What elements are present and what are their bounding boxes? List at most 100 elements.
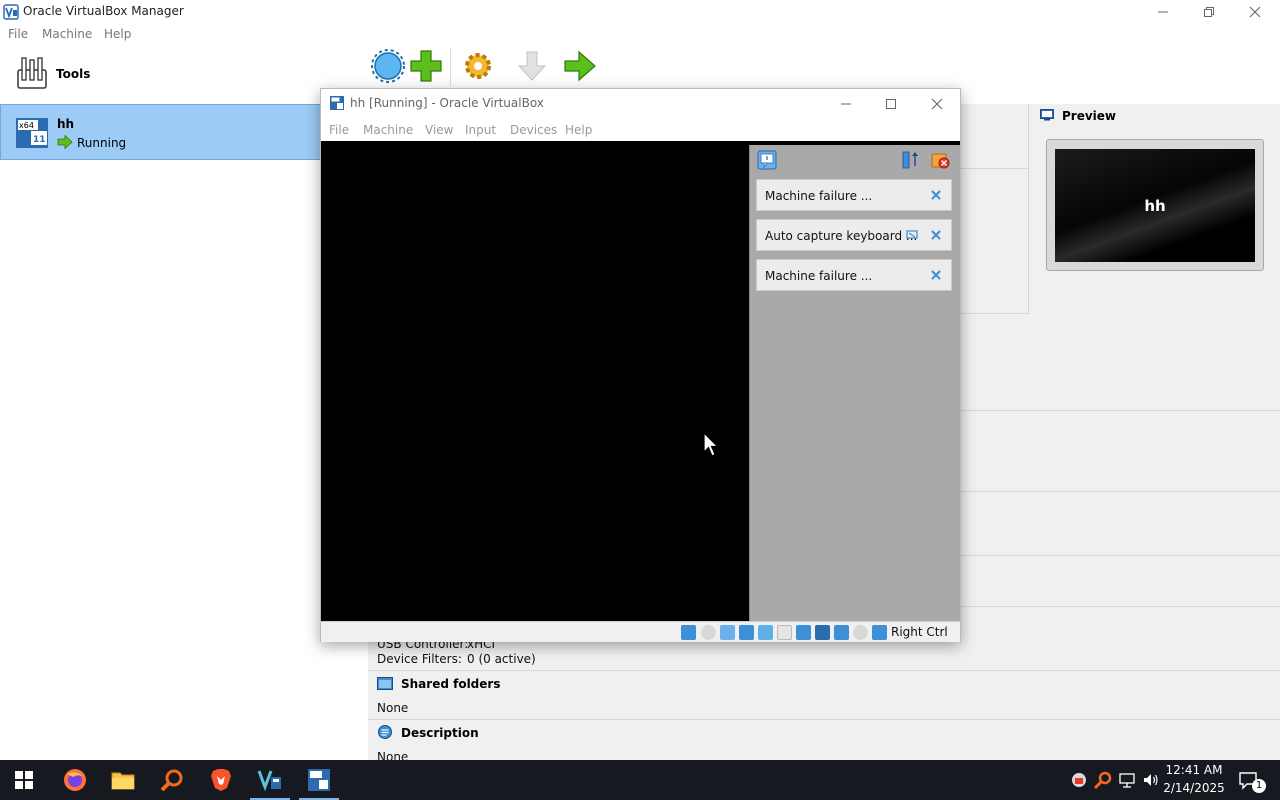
preview-screen: hh (1055, 149, 1255, 262)
optical-drive-icon[interactable] (701, 625, 716, 640)
clock-time[interactable]: 12:41 AM (1158, 763, 1230, 777)
start-icon (15, 771, 33, 789)
taskbar: 12:41 AM 2/14/2025 1 (0, 760, 1280, 800)
taskbar-file-explorer[interactable] (99, 760, 147, 800)
tray-search-app-icon[interactable] (1093, 770, 1113, 790)
vm-window-title: hh [Running] - Oracle VirtualBox (350, 96, 544, 110)
vm-maximize-button[interactable] (869, 92, 913, 116)
taskbar-vm-window[interactable] (295, 760, 343, 800)
do-not-show-again-icon[interactable] (906, 229, 918, 241)
network-icon[interactable] (1117, 770, 1137, 790)
monitor-icon (1040, 109, 1054, 121)
manager-title: Oracle VirtualBox Manager (23, 4, 184, 18)
audio-icon[interactable] (720, 625, 735, 640)
menu-machine[interactable]: Machine (42, 27, 92, 41)
shared-folder-icon (377, 677, 393, 690)
menu-file[interactable]: File (8, 27, 28, 41)
vm-window-icon (308, 769, 330, 791)
minimize-icon (841, 103, 851, 105)
preview-title: Preview (1062, 109, 1117, 123)
tools-item[interactable]: Tools (0, 46, 368, 104)
windows11-x64-icon: x64 11 (16, 118, 48, 148)
shared-folders-status-icon[interactable] (777, 625, 792, 640)
brave-icon (211, 769, 231, 791)
display-icon[interactable] (796, 625, 811, 640)
virtualbox-logo-icon (3, 4, 19, 20)
clock-date[interactable]: 2/14/2025 (1158, 781, 1230, 795)
usb-icon[interactable] (758, 625, 773, 640)
preview-panel: Preview hh (1028, 104, 1280, 314)
close-button[interactable] (1232, 0, 1278, 24)
start-button[interactable] (0, 760, 48, 800)
notification-close-icon[interactable] (930, 269, 942, 281)
vm-menubar: File Machine View Input Devices Help (321, 118, 960, 140)
taskbar-virtualbox-manager[interactable] (246, 760, 294, 800)
minimize-button[interactable] (1140, 0, 1186, 24)
shared-folders-title: Shared folders (401, 677, 501, 691)
start-arrow-right-icon[interactable] (562, 48, 598, 86)
vm-minimize-button[interactable] (824, 92, 868, 116)
vm-menu-input[interactable]: Input (465, 123, 496, 137)
menu-help[interactable]: Help (104, 27, 131, 41)
vm-menu-devices[interactable]: Devices (510, 123, 557, 137)
notification-item[interactable]: Machine failure ... (756, 179, 952, 211)
taskbar-search-app[interactable] (148, 760, 196, 800)
vm-close-button[interactable] (915, 92, 959, 116)
notification-sort-icon[interactable] (900, 150, 920, 170)
vm-display[interactable]: Machine failure ... Auto capture keyboar… (321, 141, 960, 621)
host-key-arrow-icon[interactable] (872, 625, 887, 640)
notification-item[interactable]: Auto capture keyboard ... (756, 219, 952, 251)
notification-text: Auto capture keyboard ... (765, 229, 918, 243)
firefox-icon (64, 769, 86, 791)
svg-text:x64: x64 (19, 121, 34, 130)
vm-menu-help[interactable]: Help (565, 123, 592, 137)
mouse-integration-icon[interactable] (853, 625, 868, 640)
preview-vm-name: hh (1144, 197, 1166, 215)
notification-close-icon[interactable] (930, 229, 942, 241)
tools-label: Tools (56, 67, 91, 81)
vm-window-icon (330, 96, 344, 110)
notification-text: Machine failure ... (765, 189, 873, 203)
search-app-icon (160, 769, 183, 792)
notification-item[interactable]: Machine failure ... (756, 259, 952, 291)
discard-arrow-down-icon[interactable] (514, 48, 550, 86)
tools-icon (17, 57, 47, 89)
vm-menu-machine[interactable]: Machine (363, 123, 413, 137)
taskbar-brave[interactable] (197, 760, 245, 800)
vm-menu-view[interactable]: View (425, 123, 453, 137)
clear-notifications-icon[interactable] (930, 150, 950, 170)
notification-close-icon[interactable] (930, 189, 942, 201)
preview-frame: hh (1046, 139, 1264, 271)
close-icon (931, 98, 943, 110)
minimize-icon (1158, 11, 1168, 13)
manager-titlebar: Oracle VirtualBox Manager (0, 0, 1280, 24)
hard-disk-icon[interactable] (681, 625, 696, 640)
new-vm-button[interactable] (370, 48, 406, 86)
notification-center-icon[interactable] (757, 150, 777, 170)
add-vm-button[interactable] (408, 48, 444, 86)
network-icon[interactable] (739, 625, 754, 640)
vm-list-item-hh[interactable]: x64 11 hh Running (0, 104, 368, 160)
device-filters-label: Device Filters: (377, 652, 462, 666)
restore-button[interactable] (1186, 0, 1232, 24)
detail-divider (368, 719, 1280, 720)
vm-statusbar: Right Ctrl (321, 621, 960, 642)
description-icon (378, 725, 392, 739)
close-icon (1249, 6, 1261, 18)
taskbar-firefox[interactable] (51, 760, 99, 800)
svg-text:11: 11 (33, 135, 46, 145)
tray-antivirus-icon[interactable] (1069, 770, 1089, 790)
settings-gear-icon[interactable] (460, 48, 496, 86)
virtualization-icon[interactable] (834, 625, 849, 640)
vm-window[interactable]: hh [Running] - Oracle VirtualBox File Ma… (320, 88, 961, 642)
toolbar-separator (450, 48, 451, 86)
device-filters-value: 0 (0 active) (467, 652, 536, 666)
shared-folders-value: None (377, 701, 409, 715)
vm-window-titlebar[interactable]: hh [Running] - Oracle VirtualBox (321, 89, 960, 118)
description-title: Description (401, 726, 479, 740)
recording-icon[interactable] (815, 625, 830, 640)
machine-list-pane: Tools x64 11 hh Running (0, 46, 368, 760)
running-arrow-icon (57, 135, 73, 149)
vm-state: Running (77, 136, 127, 150)
vm-menu-file[interactable]: File (329, 123, 349, 137)
